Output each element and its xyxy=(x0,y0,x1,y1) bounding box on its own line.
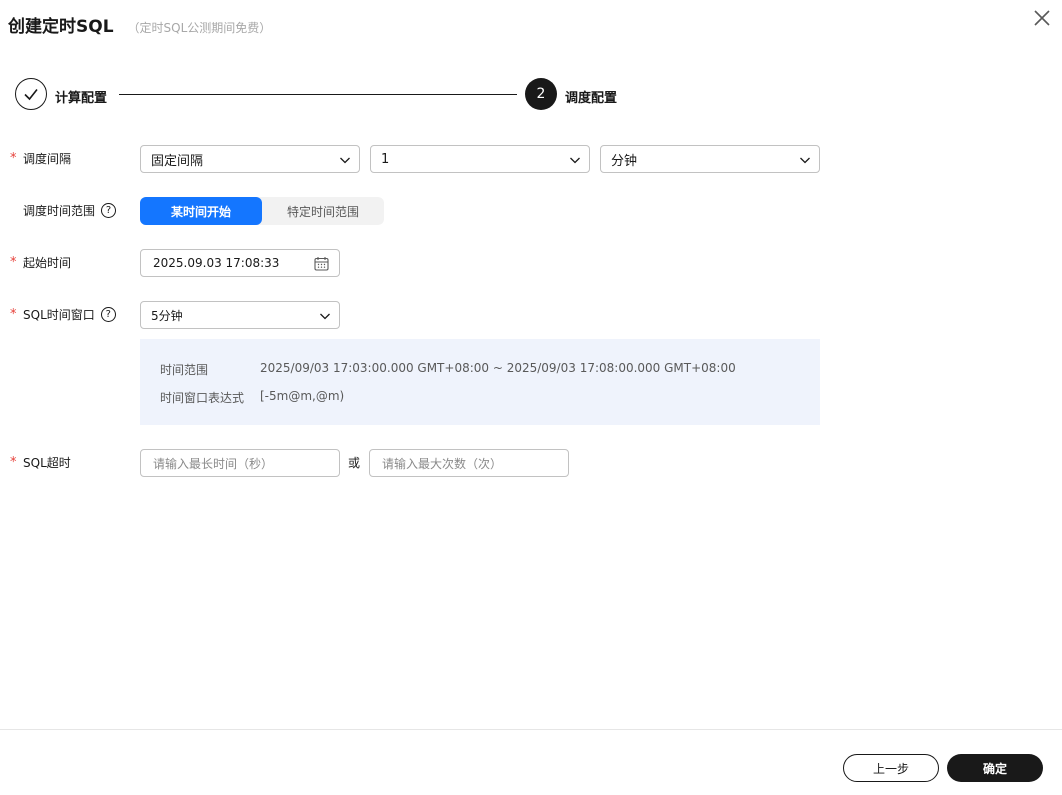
start-time-label: 起始时间 xyxy=(23,256,72,270)
interval-row: * 调度间隔 xyxy=(10,150,71,167)
interval-type-value: 固定间隔 xyxy=(151,153,204,169)
help-icon[interactable]: ? xyxy=(100,307,116,322)
interval-unit-value: 分钟 xyxy=(611,153,638,169)
time-range-option-start[interactable]: 某时间开始 xyxy=(140,197,262,225)
required-mark: * xyxy=(10,455,17,470)
dialog-header: 创建定时SQL （定时SQL公测期间免费） xyxy=(8,12,271,40)
chevron-down-icon xyxy=(320,313,330,320)
sql-window-label: SQL时间窗口 xyxy=(23,308,95,322)
start-time-picker[interactable]: 2025.09.03 17:08:33 xyxy=(140,249,340,277)
interval-amount-value: 1 xyxy=(381,151,390,167)
check-icon xyxy=(24,89,38,101)
sql-window-select[interactable]: 5分钟 xyxy=(140,301,340,329)
stepper: 计算配置 2 调度配置 xyxy=(15,78,635,112)
calendar-icon[interactable] xyxy=(314,256,329,271)
interval-amount-select[interactable]: 1 xyxy=(370,145,590,173)
max-time-placeholder: 请输入最长时间（秒） xyxy=(153,456,274,471)
required-mark: * xyxy=(10,151,17,166)
confirm-button[interactable]: 确定 xyxy=(947,754,1043,782)
interval-type-select[interactable]: 固定间隔 xyxy=(140,145,360,173)
time-range-label: 调度时间范围 xyxy=(23,204,96,218)
step-2-indicator: 2 xyxy=(525,78,557,110)
chevron-down-icon xyxy=(340,157,350,164)
step-1-done-indicator xyxy=(15,78,47,110)
max-time-input[interactable]: 请输入最长时间（秒） xyxy=(140,449,340,477)
window-expression-value: [-5m@m,@m) xyxy=(260,389,345,403)
time-range-key: 时间范围 xyxy=(160,363,209,377)
max-count-input[interactable]: 请输入最大次数（次） xyxy=(369,449,569,477)
dialog-subtitle: （定时SQL公测期间免费） xyxy=(127,21,272,35)
sql-timeout-label: SQL超时 xyxy=(23,456,71,470)
interval-unit-select[interactable]: 分钟 xyxy=(600,145,820,173)
time-range-option-specific[interactable]: 特定时间范围 xyxy=(262,197,384,225)
window-expression-key: 时间窗口表达式 xyxy=(160,391,245,405)
sql-window-value: 5分钟 xyxy=(151,308,183,323)
sql-window-info-panel: 时间范围 2025/09/03 17:03:00.000 GMT+08:00 ~… xyxy=(140,339,820,425)
start-time-value: 2025.09.03 17:08:33 xyxy=(153,256,280,270)
time-range-value: 2025/09/03 17:03:00.000 GMT+08:00 ~ 2025… xyxy=(260,361,736,375)
dialog-title: 创建定时SQL xyxy=(8,17,114,37)
time-range-row: 调度时间范围 ? xyxy=(10,202,117,219)
start-time-row: * 起始时间 xyxy=(10,254,71,271)
time-range-toggle: 某时间开始 特定时间范围 xyxy=(140,197,384,225)
step-1-label: 计算配置 xyxy=(55,91,108,106)
required-mark: * xyxy=(10,307,17,322)
max-count-placeholder: 请输入最大次数（次） xyxy=(382,456,503,471)
chevron-down-icon xyxy=(800,157,810,164)
sql-timeout-row: * SQL超时 xyxy=(10,454,71,471)
step-2-label: 调度配置 xyxy=(565,91,618,106)
required-mark: * xyxy=(10,255,17,270)
help-icon[interactable]: ? xyxy=(101,203,117,218)
close-icon[interactable] xyxy=(1032,8,1052,28)
footer-divider xyxy=(0,729,1062,730)
prev-step-button[interactable]: 上一步 xyxy=(843,754,939,782)
step-connector xyxy=(119,94,517,95)
or-text: 或 xyxy=(348,456,361,470)
sql-window-row: * SQL时间窗口 ? xyxy=(10,306,116,323)
interval-label: 调度间隔 xyxy=(23,152,72,166)
chevron-down-icon xyxy=(570,157,580,164)
